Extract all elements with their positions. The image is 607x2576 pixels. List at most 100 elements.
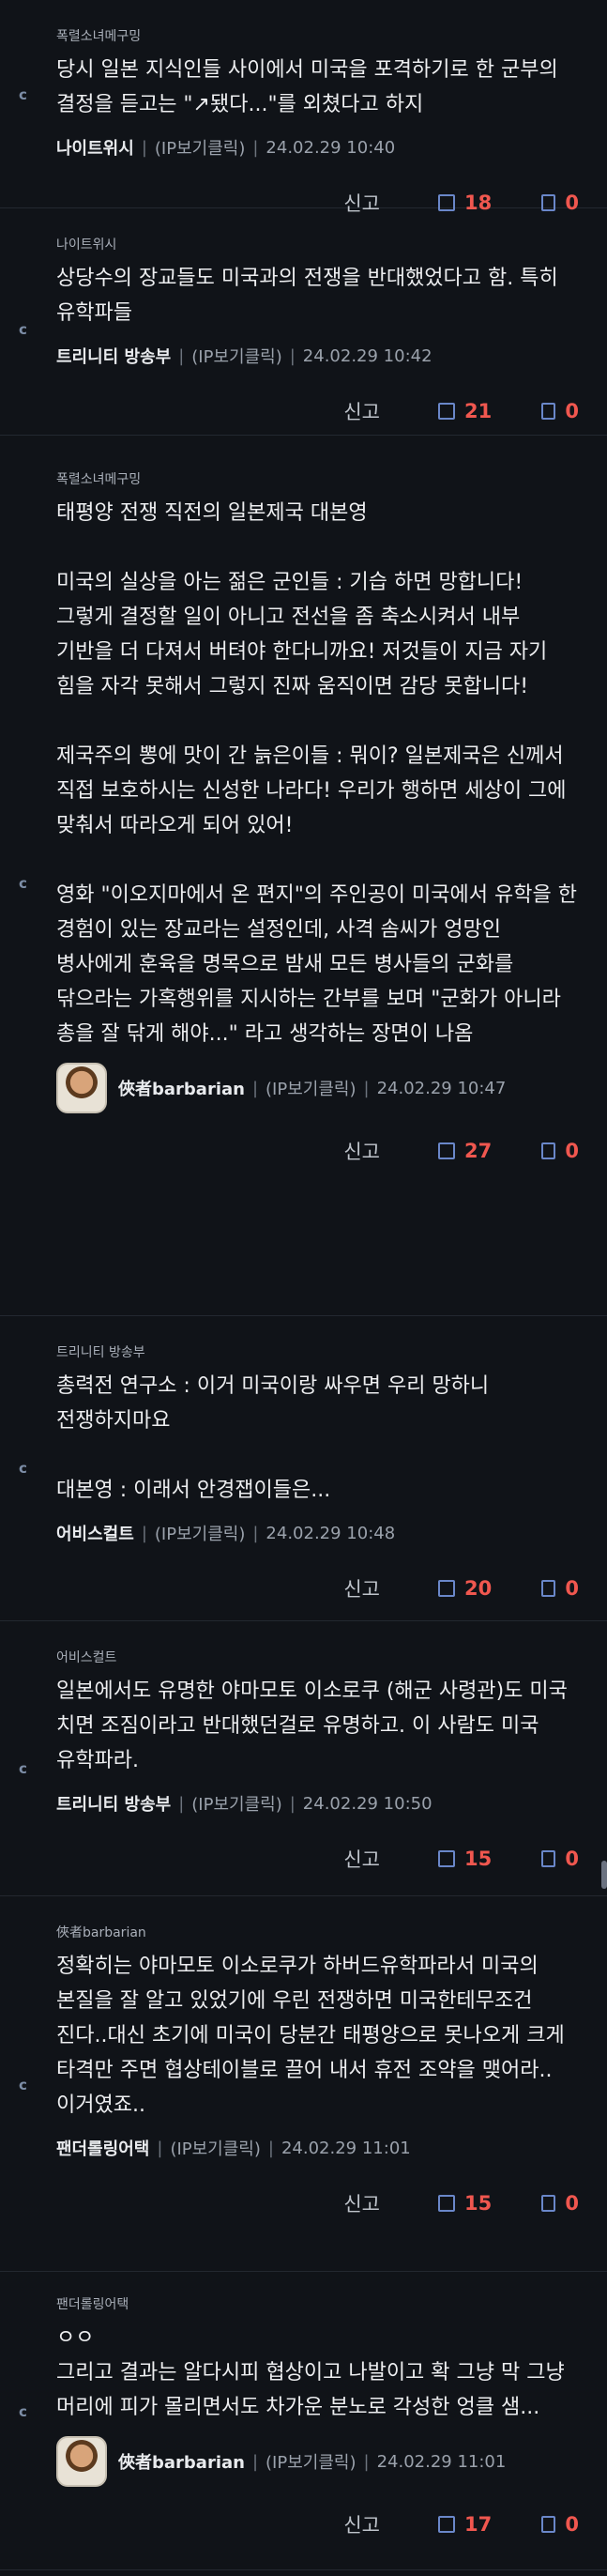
comment-item: c 폭렬소녀메구밍 태평양 전쟁 직전의 일본제국 대본영 미국의 실상을 아는 젊은… (0, 436, 607, 1316)
upvote-button[interactable]: 20 (438, 1577, 541, 1600)
comment-meta: 俠者barbarian | (IP보기클릭) | 24.02.29 11:01 (56, 2434, 579, 2489)
separator: | (251, 2451, 259, 2472)
downvote-count: 0 (565, 2513, 579, 2536)
ip-view-link[interactable]: (IP보기클릭) (155, 1521, 245, 1545)
upvote-count: 15 (464, 2192, 493, 2215)
comment-paragraph: 정확히는 야마모토 이소로쿠가 하버드유학파라서 미국의 본질을 잘 알고 있었… (56, 1955, 571, 2117)
comment-reply-icon: c (19, 2077, 27, 2093)
downvote-count: 0 (565, 1140, 579, 1162)
upvote-button[interactable]: 27 (438, 1140, 541, 1162)
comment-meta: 트리니티 방송부 | (IP보기클릭) | 24.02.29 10:42 (56, 340, 579, 372)
comment-item: c 폭렬소녀메구밍 당시 일본 지식인들 사이에서 미국을 포격하기로 한 군부의 … (0, 0, 607, 215)
comment-paragraph (56, 704, 579, 739)
downvote-button[interactable]: 0 (541, 2513, 579, 2536)
comment-paragraph: 대본영 : 이래서 안경잽이들은... (56, 1479, 331, 1502)
reply-target[interactable]: 폭렬소녀메구밍 (56, 26, 579, 45)
author-name[interactable]: 나이트위시 (56, 135, 134, 160)
avatar[interactable] (56, 1063, 107, 1113)
comment-meta: 트리니티 방송부 | (IP보기클릭) | 24.02.29 10:50 (56, 1787, 579, 1819)
author-name[interactable]: 트리니티 방송부 (56, 1791, 171, 1816)
upvote-count: 20 (464, 1577, 493, 1600)
comment-item: c 팬더롤링어택 ㅇㅇ 그리고 결과는 알다시피 협상이고 나발이고 확 그냥 막 그… (0, 2272, 607, 2570)
comment-item: c 나이트위시상당수의 장교들도 미국과의 전쟁을 반대했었다고 함. 특히 유학… (0, 208, 607, 436)
downvote-button[interactable]: 0 (541, 1140, 579, 1162)
comment-paragraph: 태평양 전쟁 직전의 일본제국 대본영 (56, 501, 368, 525)
comment-paragraph: 상당수의 장교들도 미국과의 전쟁을 반대했었다고 함. 특히 유학파들 (56, 267, 565, 325)
comment-actions: 신고 17 0 (56, 2500, 579, 2549)
upvote-button[interactable]: 15 (438, 2192, 541, 2215)
comment-paragraph: 그리고 결과는 알다시피 협상이고 나발이고 확 그냥 막 그냥 머리에 피가 … (56, 2361, 571, 2419)
comment-actions: 신고 27 0 (56, 1127, 579, 1175)
downvote-count: 0 (565, 400, 579, 422)
reply-target[interactable]: 어비스컬트 (56, 1648, 579, 1666)
ip-view-link[interactable]: (IP보기클릭) (266, 2449, 356, 2474)
author-name[interactable]: 팬더롤링어택 (56, 2136, 149, 2160)
comment-timestamp: 24.02.29 10:47 (376, 1078, 507, 1098)
comment-body: ㅇㅇ 그리고 결과는 알다시피 협상이고 나발이고 확 그냥 막 그냥 머리에 피… (56, 2321, 579, 2425)
upvote-count: 17 (464, 2513, 493, 2536)
reply-target[interactable]: 俠者barbarian (56, 1923, 579, 1941)
downvote-button[interactable]: 0 (541, 400, 579, 422)
comment-paragraph: 제국주의 뽕에 맛이 간 늙은이들 : 뭐이? 일본제국은 신께서 직접 보호하… (56, 744, 573, 837)
checkbox-icon (541, 2195, 556, 2212)
separator: | (289, 345, 296, 366)
comment-timestamp: 24.02.29 11:01 (281, 2138, 411, 2158)
report-button[interactable]: 신고 (343, 397, 380, 425)
report-button[interactable]: 신고 (343, 2189, 380, 2217)
comment-paragraph (56, 843, 579, 878)
reply-target[interactable]: 팬더롤링어택 (56, 2294, 579, 2313)
comment-paragraph: 미국의 실상을 아는 젊은 군인들 : 기습 하면 망합니다! 그렇게 결정할 … (56, 571, 554, 698)
separator: | (178, 1793, 185, 1814)
comment-paragraph (56, 530, 579, 565)
reply-target[interactable]: 폭렬소녀메구밍 (56, 469, 579, 488)
downvote-button[interactable]: 0 (541, 1848, 579, 1870)
report-button[interactable]: 신고 (343, 1845, 380, 1873)
ip-view-link[interactable]: (IP보기클릭) (191, 344, 281, 368)
separator: | (289, 1793, 296, 1814)
checkbox-icon (541, 1142, 556, 1159)
checkbox-icon (438, 2516, 455, 2533)
separator: | (363, 2451, 370, 2472)
comment-reply-icon: c (19, 321, 27, 338)
author-name[interactable]: 어비스컬트 (56, 1521, 134, 1545)
upvote-button[interactable]: 17 (438, 2513, 541, 2536)
separator: | (267, 2138, 274, 2158)
author-name[interactable]: 俠者barbarian (118, 1076, 245, 1100)
separator: | (252, 137, 259, 158)
checkbox-icon (438, 1142, 455, 1159)
comment-meta: 俠者barbarian | (IP보기클릭) | 24.02.29 10:47 (56, 1061, 579, 1115)
checkbox-icon (438, 2195, 455, 2212)
downvote-button[interactable]: 0 (541, 2192, 579, 2215)
checkbox-icon (438, 1580, 455, 1597)
checkbox-icon (541, 2516, 556, 2533)
comment-reply-icon: c (19, 1460, 27, 1477)
author-name[interactable]: 트리니티 방송부 (56, 344, 171, 368)
comment-paragraph: ㅇㅇ (56, 2326, 95, 2350)
comment-body: 당시 일본 지식인들 사이에서 미국을 포격하기로 한 군부의 결정을 듣고는 … (56, 53, 579, 122)
comment-paragraph: 영화 "이오지마에서 온 편지"의 주인공이 미국에서 유학을 한 경험이 있는… (56, 883, 584, 1046)
upvote-button[interactable]: 21 (438, 400, 541, 422)
author-name[interactable]: 俠者barbarian (118, 2449, 245, 2474)
avatar[interactable] (56, 2436, 107, 2487)
comment-body: 태평양 전쟁 직전의 일본제국 대본영미국의 실상을 아는 젊은 군인들 : 기… (56, 496, 579, 1051)
report-button[interactable]: 신고 (343, 2510, 380, 2538)
report-button[interactable]: 신고 (343, 1137, 380, 1165)
scrollbar-thumb[interactable] (601, 1861, 607, 1889)
checkbox-icon (438, 403, 455, 420)
reply-target[interactable]: 나이트위시 (56, 235, 579, 253)
upvote-button[interactable]: 15 (438, 1848, 541, 1870)
checkbox-icon (438, 1850, 455, 1867)
report-button[interactable]: 신고 (343, 1574, 380, 1602)
ip-view-link[interactable]: (IP보기클릭) (266, 1076, 356, 1100)
reply-target[interactable]: 트리니티 방송부 (56, 1342, 579, 1361)
ip-view-link[interactable]: (IP보기클릭) (191, 1791, 281, 1816)
comment-meta: 어비스컬트 | (IP보기클릭) | 24.02.29 10:48 (56, 1517, 579, 1549)
comment-meta: 나이트위시 | (IP보기클릭) | 24.02.29 10:40 (56, 131, 579, 163)
comment-timestamp: 24.02.29 10:50 (302, 1793, 432, 1814)
downvote-button[interactable]: 0 (541, 1577, 579, 1600)
ip-view-link[interactable]: (IP보기클릭) (170, 2136, 260, 2160)
ip-view-link[interactable]: (IP보기클릭) (155, 135, 245, 160)
comment-body: 총력전 연구소 : 이거 미국이랑 싸우면 우리 망하니 전쟁하지마요 대본영 :… (56, 1369, 579, 1508)
comment-paragraph: 당시 일본 지식인들 사이에서 미국을 포격하기로 한 군부의 결정을 듣고는 … (56, 58, 565, 116)
comment-paragraph: 일본에서도 유명한 야마모토 이소로쿠 (해군 사령관)도 미국 치면 조짐이라… (56, 1679, 574, 1772)
